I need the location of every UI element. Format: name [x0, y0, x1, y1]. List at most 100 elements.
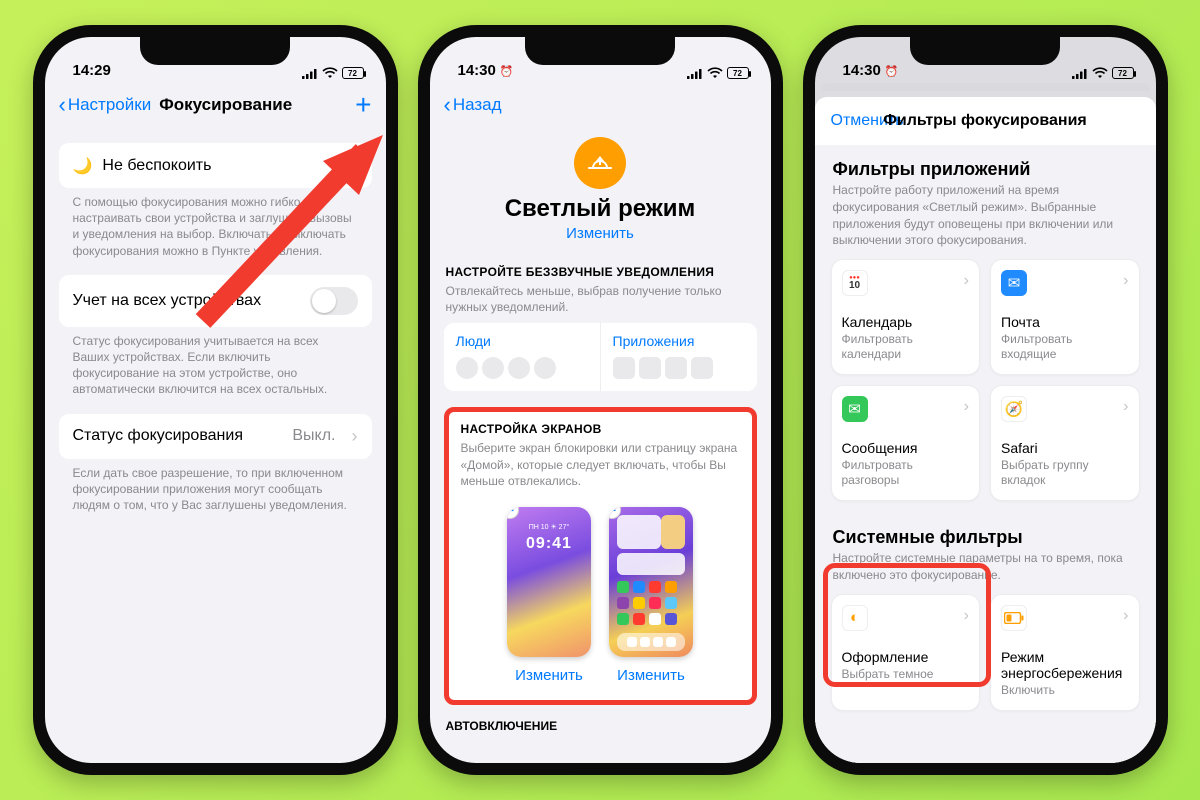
- focus-status-footer: Если дать свое разрешение, то при включе…: [59, 459, 372, 514]
- add-button[interactable]: +: [355, 89, 371, 121]
- screen-1: 14:29 72 ‹ Настройки Фокусирование +: [45, 37, 386, 763]
- app-filters-title: Фильтры приложений: [831, 155, 1140, 182]
- share-across-devices-row[interactable]: Учет на всех устройствах: [59, 275, 372, 327]
- nav-bar: ‹ Назад: [430, 83, 771, 127]
- nav-title: Фокусирование: [159, 95, 292, 115]
- signal-icon: [687, 68, 703, 79]
- mail-icon: ✉: [1001, 270, 1027, 296]
- apps-label: Приложения: [613, 333, 745, 349]
- moon-icon: 🌙: [73, 156, 93, 176]
- people-label: Люди: [456, 333, 588, 349]
- alarm-icon: ⏰: [500, 66, 514, 78]
- alarm-icon: ⏰: [885, 66, 899, 78]
- people-button[interactable]: Люди: [444, 323, 600, 391]
- phone-2: 14:30⏰ 72 ‹ Назад Светлый режим Изменить: [418, 25, 783, 775]
- screens-sub: Выберите экран блокировки или страницу э…: [459, 436, 742, 497]
- sheet-title: Фильтры фокусирования: [815, 112, 1156, 130]
- battery-icon: 72: [342, 67, 364, 79]
- calendar-icon: ●●●10: [842, 270, 868, 296]
- tile-sub: Выбрать темное: [842, 667, 970, 682]
- appearance-icon: ◐: [842, 605, 868, 631]
- chevron-right-icon: ›: [352, 155, 358, 176]
- back-button[interactable]: ‹ Настройки: [59, 92, 152, 118]
- wifi-icon: [1092, 67, 1108, 79]
- screens-section-highlight: НАСТРОЙКА ЭКРАНОВ Выберите экран блокиро…: [444, 407, 757, 705]
- share-toggle[interactable]: [310, 287, 358, 315]
- phone-3: 14:30⏰ 72 Отменить Фильтры фокусирования…: [803, 25, 1168, 775]
- notch: [910, 37, 1060, 65]
- tile-label: Оформление: [842, 649, 970, 665]
- apps-button[interactable]: Приложения: [600, 323, 757, 391]
- tile-label: Сообщения: [842, 440, 970, 456]
- messages-icon: ✉: [842, 396, 868, 422]
- filter-low-power-tile[interactable]: › Режим энергосбережения Включить: [990, 594, 1140, 711]
- screen-3: 14:30⏰ 72 Отменить Фильтры фокусирования…: [815, 37, 1156, 763]
- share-label: Учет на всех устройствах: [73, 292, 262, 310]
- tile-label: Режим энергосбережения: [1001, 649, 1129, 681]
- screen-2: 14:30⏰ 72 ‹ Назад Светлый режим Изменить: [430, 37, 771, 763]
- chevron-left-icon: ‹: [444, 92, 451, 118]
- focus-detail-content[interactable]: Светлый режим Изменить НАСТРОЙТЕ БЕЗЗВУЧ…: [430, 127, 771, 763]
- tile-sub: Включить: [1001, 683, 1129, 698]
- mini-lock-date: ПН 10 ☀ 27°: [507, 523, 591, 531]
- filter-safari-tile[interactable]: 🧭 › Safari Выбрать группу вкладок: [990, 385, 1140, 501]
- silent-notif-header: НАСТРОЙТЕ БЕЗЗВУЧНЫЕ УВЕДОМЛЕНИЯ: [444, 265, 757, 279]
- chevron-right-icon: ›: [964, 607, 969, 625]
- wifi-icon: [707, 67, 723, 79]
- sheet-header: Отменить Фильтры фокусирования: [815, 97, 1156, 145]
- dnd-footer: С помощью фокусирования можно гибко наст…: [59, 188, 372, 259]
- status-time: 14:29: [73, 62, 111, 79]
- mini-lock-time: 09:41: [507, 535, 591, 553]
- chevron-right-icon: ›: [964, 398, 969, 416]
- tile-label: Почта: [1001, 314, 1129, 330]
- chevron-right-icon: ›: [1123, 607, 1128, 625]
- filter-calendar-tile[interactable]: ●●●10 › Календарь Фильтровать календари: [831, 259, 981, 375]
- battery-low-icon: [1001, 605, 1027, 631]
- focus-name: Светлый режим: [444, 195, 757, 223]
- signal-icon: [1072, 68, 1088, 79]
- tile-sub: Фильтровать разговоры: [842, 458, 970, 488]
- do-not-disturb-row[interactable]: 🌙 Не беспокоить ›: [59, 143, 372, 188]
- focus-status-label: Статус фокусирования: [73, 427, 243, 445]
- focus-status-row[interactable]: Статус фокусирования Выкл. ›: [59, 414, 372, 459]
- battery-icon: 72: [1112, 67, 1134, 79]
- allowed-split: Люди Приложения: [444, 323, 757, 391]
- remove-icon[interactable]: −: [507, 507, 519, 519]
- back-label: Настройки: [68, 95, 151, 115]
- chevron-right-icon: ›: [1123, 272, 1128, 290]
- chevron-right-icon: ›: [1123, 398, 1128, 416]
- nav-bar: ‹ Настройки Фокусирование +: [45, 83, 386, 127]
- chevron-right-icon: ›: [964, 272, 969, 290]
- screens-header: НАСТРОЙКА ЭКРАНОВ: [459, 422, 742, 436]
- chevron-left-icon: ‹: [59, 92, 66, 118]
- filter-mail-tile[interactable]: ✉ › Почта Фильтровать входящие: [990, 259, 1140, 375]
- edit-focus-button[interactable]: Изменить: [566, 225, 634, 242]
- phone-1: 14:29 72 ‹ Настройки Фокусирование +: [33, 25, 398, 775]
- safari-icon: 🧭: [1001, 396, 1027, 422]
- filters-sheet: Отменить Фильтры фокусирования Фильтры п…: [815, 97, 1156, 763]
- back-button[interactable]: ‹ Назад: [444, 92, 502, 118]
- filter-appearance-tile[interactable]: ◐ › Оформление Выбрать темное: [831, 594, 981, 711]
- focus-settings-content[interactable]: 🌙 Не беспокоить › С помощью фокусировани…: [45, 127, 386, 763]
- system-filters-desc: Настройте системные параметры на то врем…: [831, 550, 1140, 594]
- edit-home-button[interactable]: Изменить: [609, 667, 693, 684]
- tile-sub: Фильтровать календари: [842, 332, 970, 362]
- tile-sub: Выбрать группу вкладок: [1001, 458, 1129, 488]
- tile-label: Safari: [1001, 440, 1129, 456]
- wifi-icon: [322, 67, 338, 79]
- sheet-content[interactable]: Фильтры приложений Настройте работу прил…: [815, 145, 1156, 763]
- app-filters-desc: Настройте работу приложений на время фок…: [831, 182, 1140, 259]
- tile-sub: Фильтровать входящие: [1001, 332, 1129, 362]
- signal-icon: [302, 68, 318, 79]
- edit-lock-button[interactable]: Изменить: [507, 667, 591, 684]
- lock-screen-option[interactable]: − ПН 10 ☀ 27° 09:41 Изменить: [507, 507, 591, 684]
- home-screen-option[interactable]: − Изменить: [609, 507, 693, 684]
- tile-label: Календарь: [842, 314, 970, 330]
- status-time: 14:30⏰: [843, 62, 899, 79]
- notch: [525, 37, 675, 65]
- back-label: Назад: [453, 95, 502, 115]
- filter-messages-tile[interactable]: ✉ › Сообщения Фильтровать разговоры: [831, 385, 981, 501]
- sunrise-icon: [574, 137, 626, 189]
- background-card-hint: [821, 83, 1150, 91]
- share-footer: Статус фокусирования учитывается на всех…: [59, 327, 372, 398]
